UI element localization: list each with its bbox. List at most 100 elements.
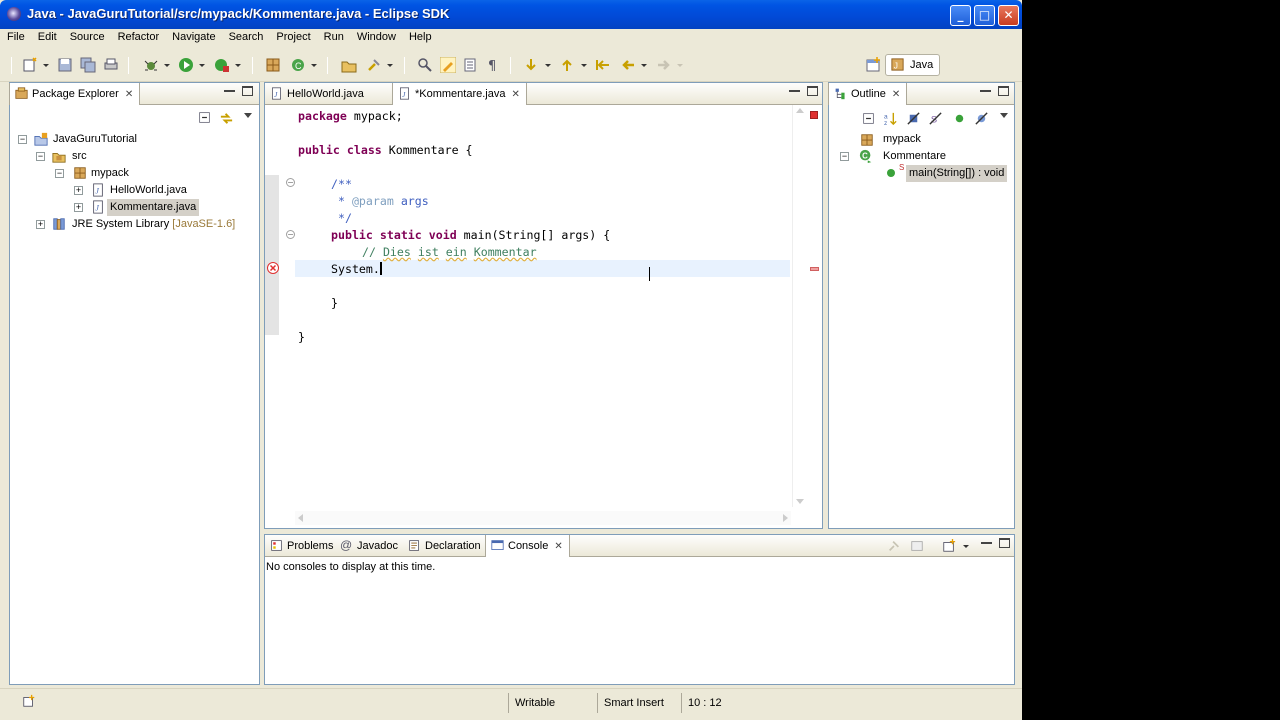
title-bar[interactable]: Java - JavaGuruTutorial/src/mypack/Komme… xyxy=(0,0,1022,29)
menu-run[interactable]: Run xyxy=(317,29,350,43)
new-icon[interactable] xyxy=(22,57,38,73)
minimize-editor-icon[interactable] xyxy=(789,86,800,92)
external-tools-dropdown-icon[interactable] xyxy=(235,64,241,67)
run-icon[interactable] xyxy=(178,57,194,73)
close-view-icon[interactable]: ✕ xyxy=(892,89,900,100)
maximize-view-icon[interactable] xyxy=(998,86,1009,96)
problems-tab[interactable]: Problems xyxy=(265,535,339,557)
collapse-all-icon[interactable] xyxy=(862,112,875,125)
new-java-package-icon[interactable] xyxy=(265,57,281,73)
highlight-icon[interactable] xyxy=(440,57,456,73)
open-perspective-icon[interactable] xyxy=(866,57,882,73)
expand-toggle-icon[interactable]: + xyxy=(36,220,45,229)
minimize-view-icon[interactable] xyxy=(224,86,235,92)
menu-navigate[interactable]: Navigate xyxy=(165,29,221,43)
maximize-button[interactable]: □ xyxy=(974,5,995,26)
error-position-marker[interactable] xyxy=(810,267,819,271)
tree-item-project[interactable]: JavaGuruTutorial xyxy=(53,131,137,148)
error-marker-icon[interactable] xyxy=(267,262,279,274)
close-view-icon[interactable]: ✕ xyxy=(554,541,562,552)
view-menu-icon[interactable] xyxy=(244,113,252,118)
sort-icon[interactable]: az xyxy=(883,111,898,126)
expand-toggle-icon[interactable]: − xyxy=(840,152,849,161)
expand-toggle-icon[interactable]: + xyxy=(74,203,83,212)
debug-icon[interactable] xyxy=(143,57,159,73)
menu-edit[interactable]: Edit xyxy=(31,29,63,43)
scroll-right-icon[interactable] xyxy=(783,514,788,522)
outline-item-class[interactable]: Kommentare xyxy=(883,148,946,165)
package-explorer-tab[interactable]: Package Explorer ✕ xyxy=(9,83,141,105)
menu-refactor[interactable]: Refactor xyxy=(111,29,166,43)
annotation-ruler[interactable] xyxy=(265,105,279,507)
maximize-editor-icon[interactable] xyxy=(807,86,818,96)
display-selected-console-icon[interactable] xyxy=(910,539,924,553)
collapse-all-icon[interactable] xyxy=(198,111,211,124)
save-icon[interactable] xyxy=(57,57,73,73)
debug-dropdown-icon[interactable] xyxy=(164,64,170,67)
tree-item-src[interactable]: src xyxy=(72,148,87,165)
tree-item-jre-library[interactable]: JRE System Library [JavaSE-1.6] xyxy=(72,216,235,233)
menu-project[interactable]: Project xyxy=(269,29,316,43)
fast-view-icon[interactable] xyxy=(22,694,36,708)
block-selection-icon[interactable] xyxy=(462,57,478,73)
editor-tab-helloworld[interactable]: J HelloWorld.java xyxy=(265,83,370,105)
link-with-editor-icon[interactable] xyxy=(219,111,234,126)
back-icon[interactable] xyxy=(620,57,636,73)
fold-javadoc-icon[interactable]: − xyxy=(286,178,295,187)
next-annotation-dropdown-icon[interactable] xyxy=(545,64,551,67)
view-menu-icon[interactable] xyxy=(1000,113,1008,118)
expand-toggle-icon[interactable]: − xyxy=(55,169,64,178)
expand-toggle-icon[interactable]: − xyxy=(18,135,27,144)
close-button[interactable]: ✕ xyxy=(998,5,1019,26)
maximize-view-icon[interactable] xyxy=(242,86,253,96)
open-console-dropdown-icon[interactable] xyxy=(963,545,969,548)
back-dropdown-icon[interactable] xyxy=(641,64,647,67)
error-overview-marker[interactable] xyxy=(810,111,818,119)
outline-item-package[interactable]: mypack xyxy=(883,131,921,148)
outline-tab[interactable]: Outline ✕ xyxy=(828,83,908,105)
forward-icon[interactable] xyxy=(656,57,672,73)
print-icon[interactable] xyxy=(103,57,119,73)
fold-method-icon[interactable]: − xyxy=(286,230,295,239)
previous-annotation-dropdown-icon[interactable] xyxy=(581,64,587,67)
expand-toggle-icon[interactable]: − xyxy=(36,152,45,161)
scroll-down-icon[interactable] xyxy=(796,499,804,504)
next-annotation-icon[interactable] xyxy=(523,57,539,73)
search-dropdown-icon[interactable] xyxy=(387,64,393,67)
new-java-class-icon[interactable]: C xyxy=(290,57,306,73)
java-perspective-button[interactable]: Java xyxy=(910,59,933,71)
javadoc-tab[interactable]: @ Javadoc xyxy=(335,535,404,557)
menu-search[interactable]: Search xyxy=(222,29,270,43)
hide-non-public-icon[interactable] xyxy=(952,111,967,126)
horizontal-scrollbar[interactable] xyxy=(295,511,791,525)
save-all-icon[interactable] xyxy=(80,57,96,73)
search-icon[interactable] xyxy=(366,57,382,73)
hide-static-icon[interactable]: S xyxy=(928,111,943,126)
menu-file[interactable]: File xyxy=(0,29,31,43)
vertical-scrollbar[interactable] xyxy=(792,105,806,507)
tree-item-kommentare[interactable]: Kommentare.java xyxy=(107,199,200,216)
close-view-icon[interactable]: ✕ xyxy=(125,89,133,100)
open-type-icon[interactable] xyxy=(341,57,357,73)
expand-toggle-icon[interactable]: + xyxy=(74,186,83,195)
menu-window[interactable]: Window xyxy=(350,29,402,43)
minimize-view-icon[interactable] xyxy=(980,86,991,92)
hide-local-types-icon[interactable] xyxy=(974,111,989,126)
menu-source[interactable]: Source xyxy=(63,29,111,43)
external-tools-icon[interactable] xyxy=(214,57,230,73)
new-dropdown-icon[interactable] xyxy=(43,64,49,67)
tree-item-mypack[interactable]: mypack xyxy=(91,165,129,182)
menu-help[interactable]: Help xyxy=(402,29,438,43)
previous-annotation-icon[interactable] xyxy=(559,57,575,73)
maximize-view-icon[interactable] xyxy=(999,538,1010,548)
run-dropdown-icon[interactable] xyxy=(199,64,205,67)
show-whitespace-icon[interactable]: ¶ xyxy=(485,57,501,73)
tree-item-helloworld[interactable]: HelloWorld.java xyxy=(110,182,187,199)
toggle-mark-occurrences-icon[interactable] xyxy=(417,57,433,73)
open-console-icon[interactable] xyxy=(942,539,956,553)
minimize-view-icon[interactable] xyxy=(981,538,992,544)
hide-fields-icon[interactable] xyxy=(906,111,921,126)
close-tab-icon[interactable]: ✕ xyxy=(512,89,520,100)
console-tab[interactable]: Console ✕ xyxy=(485,535,570,557)
scroll-up-icon[interactable] xyxy=(796,108,804,113)
